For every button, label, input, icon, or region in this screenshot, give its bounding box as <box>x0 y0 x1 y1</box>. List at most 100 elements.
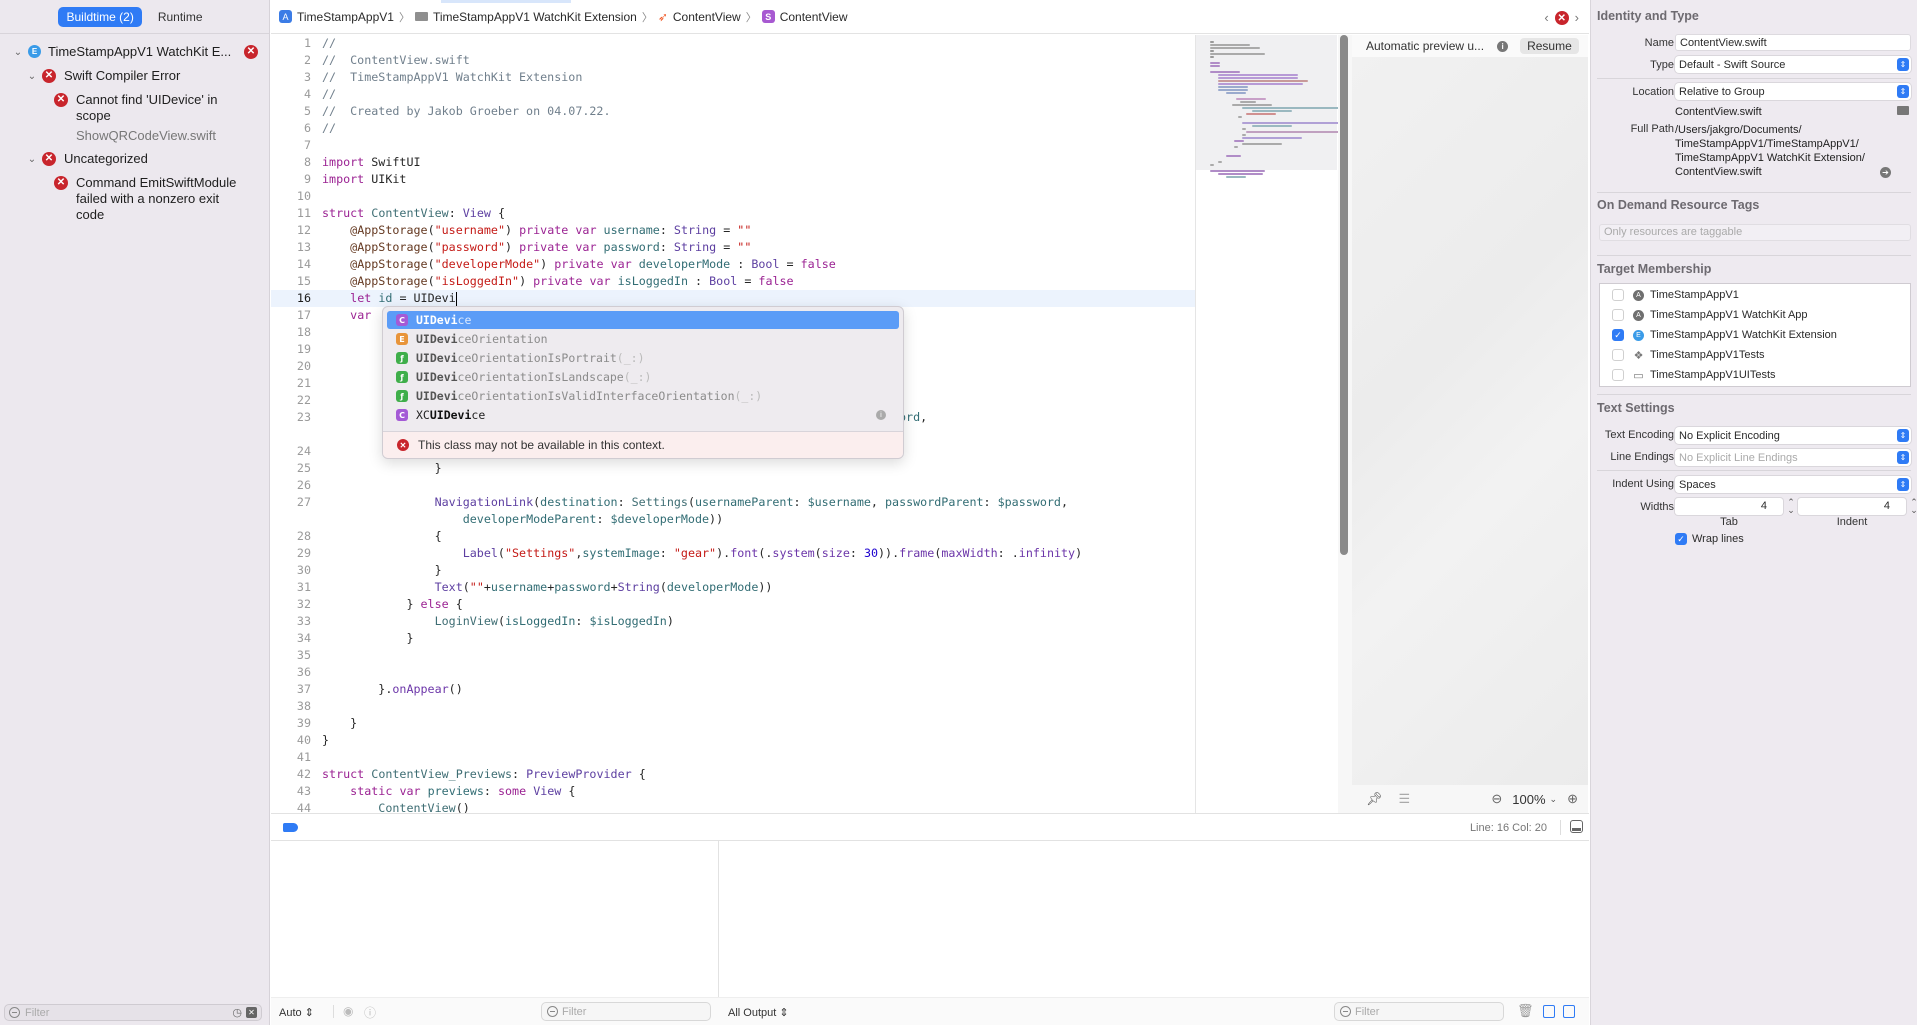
location-select[interactable]: Relative to Group ⇕ <box>1675 83 1911 100</box>
line-number[interactable]: 41 <box>271 749 311 766</box>
line-number[interactable]: 13 <box>271 239 311 256</box>
code-line[interactable]: 43 static var previews: some View { <box>271 783 1195 800</box>
line-number[interactable]: 6 <box>271 120 311 137</box>
completion-item[interactable]: C UIDevice <box>387 311 899 329</box>
line-number[interactable]: 35 <box>271 647 311 664</box>
line-number[interactable]: 42 <box>271 766 311 783</box>
code-line[interactable]: 37 }.onAppear() <box>271 681 1195 698</box>
issue-target-row[interactable]: ⌄ E TimeStampAppV1 WatchKit E... ✕ <box>0 42 269 63</box>
checkbox-unchecked-icon[interactable] <box>1612 349 1624 361</box>
line-number[interactable]: 32 <box>271 596 311 613</box>
code-line[interactable]: 31 Text(""+username+password+String(deve… <box>271 579 1195 596</box>
minimap[interactable] <box>1195 35 1352 813</box>
line-number[interactable]: 15 <box>271 273 311 290</box>
code-line[interactable]: 5 // Created by Jakob Groeber on 04.07.22… <box>271 103 1195 120</box>
code-line[interactable]: 25 } <box>271 460 1195 477</box>
code-line[interactable]: 44 ContentView() <box>271 800 1195 813</box>
code-line[interactable]: 6 // <box>271 120 1195 137</box>
info-icon[interactable]: i <box>1497 40 1509 52</box>
code-line[interactable]: 32 } else { <box>271 596 1195 613</box>
tab-buildtime[interactable]: Buildtime (2) <box>58 6 142 27</box>
code-line[interactable]: 34 } <box>271 630 1195 647</box>
line-number[interactable]: 29 <box>271 545 311 562</box>
preview-area[interactable] <box>1352 57 1588 785</box>
code-line[interactable]: 11 struct ContentView: View { <box>271 205 1195 222</box>
line-number[interactable]: 18 <box>271 324 311 341</box>
stepper-arrows-icon[interactable]: ⌃ ⌄ <box>1908 498 1917 515</box>
zoom-out-icon[interactable]: ⊖ <box>1491 791 1502 807</box>
info-icon[interactable]: i <box>876 410 886 420</box>
breadcrumb-symbol[interactable]: S ContentView <box>761 10 848 24</box>
code-line[interactable]: 12 @AppStorage("username") private var u… <box>271 222 1195 239</box>
code-line[interactable]: 39 } <box>271 715 1195 732</box>
minimap-visible-region[interactable] <box>1196 35 1337 170</box>
code-line[interactable]: 9 import UIKit <box>271 171 1195 188</box>
line-number[interactable]: 36 <box>271 664 311 681</box>
stepper-arrows-icon[interactable]: ⌃ ⌄ <box>1785 498 1797 515</box>
line-number[interactable]: 12 <box>271 222 311 239</box>
breadcrumb-group[interactable]: TimeStampAppV1 WatchKit Extension <box>414 10 637 24</box>
line-number[interactable]: 30 <box>271 562 311 579</box>
code-line[interactable]: 27 NavigationLink(destination: Settings(… <box>271 494 1195 511</box>
code-line[interactable]: 3 // TimeStampAppV1 WatchKit Extension <box>271 69 1195 86</box>
name-field[interactable]: ContentView.swift <box>1675 34 1911 51</box>
code-line[interactable]: 16 let id = UIDevi <box>271 290 1195 307</box>
target-row[interactable]: A TimeStampAppV1 WatchKit App <box>1600 305 1910 325</box>
console-output-select[interactable]: All Output ⇕ <box>728 1006 789 1019</box>
folder-icon[interactable] <box>1897 106 1909 115</box>
code-line[interactable]: 36 <box>271 664 1195 681</box>
code-line[interactable]: 29 Label("Settings",systemImage: "gear")… <box>271 545 1195 562</box>
chevron-down-icon[interactable]: ⌄ <box>12 45 24 61</box>
issue-item[interactable]: ✕ Cannot find 'UIDevice' in scope ShowQR… <box>0 90 269 146</box>
breadcrumb-file[interactable]: ➶ ContentView <box>658 10 741 24</box>
target-row[interactable]: ▭ TimeStampAppV1UITests <box>1600 365 1910 385</box>
indent-using-select[interactable]: Spaces ⇕ <box>1675 476 1911 493</box>
line-endings-select[interactable]: No Explicit Line Endings ⇕ <box>1675 449 1911 466</box>
completion-item[interactable]: E UIDeviceOrientation <box>387 330 899 348</box>
code-line[interactable]: 26 <box>271 477 1195 494</box>
target-row[interactable]: ✓ E TimeStampAppV1 WatchKit Extension <box>1600 325 1910 345</box>
code-line[interactable]: 4 // <box>271 86 1195 103</box>
code-line[interactable]: 1 // <box>271 35 1195 52</box>
code-line[interactable]: 14 @AppStorage("developerMode") private … <box>271 256 1195 273</box>
code-line[interactable]: 41 <box>271 749 1195 766</box>
show-variables-icon[interactable] <box>1543 1005 1555 1018</box>
line-number[interactable]: 43 <box>271 783 311 800</box>
code-line[interactable]: developerModeParent: $developerMode)) <box>271 511 1195 528</box>
pin-icon[interactable]: 📌︎ <box>1366 791 1383 807</box>
line-number[interactable]: 1 <box>271 35 311 52</box>
errors-only-icon[interactable]: ✕ <box>246 1007 257 1018</box>
breakpoints-toggle[interactable] <box>283 823 298 832</box>
variants-icon[interactable]: ☰ <box>1399 791 1411 807</box>
variables-filter-input[interactable]: Filter <box>541 1002 711 1021</box>
line-number[interactable]: 7 <box>271 137 311 154</box>
chevron-down-icon[interactable]: ⌄ <box>1550 794 1558 805</box>
line-number[interactable]: 44 <box>271 800 311 813</box>
wrap-lines-checkbox[interactable]: ✓ Wrap lines <box>1675 533 1744 545</box>
line-number[interactable]: 3 <box>271 69 311 86</box>
previous-issue-icon[interactable]: ‹ <box>1544 10 1548 25</box>
show-console-icon[interactable] <box>1563 1005 1575 1018</box>
code-line[interactable]: 2 // ContentView.swift <box>271 52 1195 69</box>
completion-item[interactable]: ƒ UIDeviceOrientationIsPortrait(_:) <box>387 349 899 367</box>
info-icon[interactable]: ⓘ <box>364 1004 376 1021</box>
recent-clock-icon[interactable]: ◷ <box>232 1006 242 1019</box>
line-number[interactable]: 5 <box>271 103 311 120</box>
target-row[interactable]: A TimeStampAppV1 <box>1600 285 1910 305</box>
indent-width-stepper[interactable]: 4 ⌃ ⌄ <box>1798 498 1917 515</box>
completion-item[interactable]: ƒ UIDeviceOrientationIsValidInterfaceOrie… <box>387 387 899 405</box>
line-number[interactable]: 4 <box>271 86 311 103</box>
zoom-level[interactable]: 100% <box>1512 792 1545 807</box>
trash-icon[interactable]: 🗑︎ <box>1517 1003 1534 1019</box>
completion-item[interactable]: ƒ UIDeviceOrientationIsLandscape(_:) <box>387 368 899 386</box>
issue-group-row[interactable]: ⌄ ✕ Swift Compiler Error <box>0 66 269 87</box>
line-number[interactable]: 31 <box>271 579 311 596</box>
reveal-in-finder-icon[interactable]: ➔ <box>1880 167 1891 178</box>
console-filter-input[interactable]: Filter <box>1334 1002 1504 1021</box>
code-line[interactable]: 42 struct ContentView_Previews: PreviewPr… <box>271 766 1195 783</box>
tab-width-stepper[interactable]: 4 ⌃ ⌄ <box>1675 498 1795 515</box>
line-number[interactable]: 34 <box>271 630 311 647</box>
breadcrumb-project[interactable]: A TimeStampAppV1 <box>279 10 394 24</box>
code-line[interactable]: 35 <box>271 647 1195 664</box>
variables-scope-select[interactable]: Auto ⇕ <box>279 1006 314 1019</box>
